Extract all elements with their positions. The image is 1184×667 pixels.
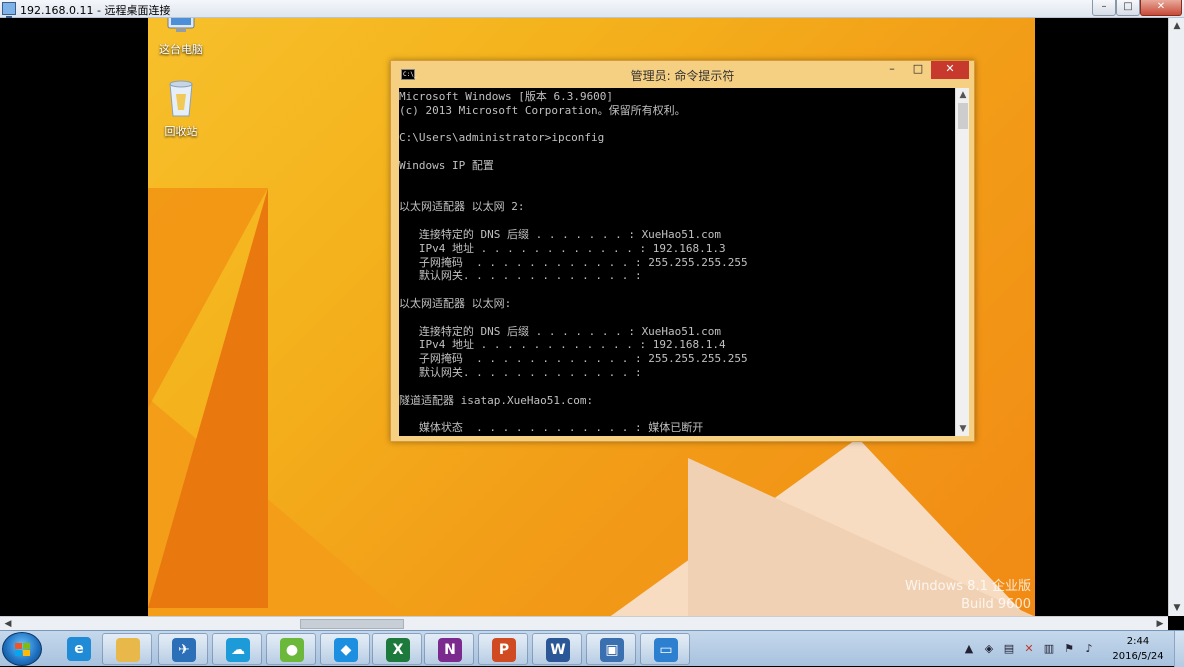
computer-icon [167, 18, 195, 32]
show-hidden-icons-icon[interactable]: ▲ [962, 642, 976, 656]
rdp-minimize-button[interactable]: – [1092, 0, 1116, 16]
rdp-close-button[interactable]: ✕ [1140, 0, 1182, 16]
recycle-bin-icon [169, 80, 193, 117]
scroll-left-arrow-icon[interactable]: ◀ [0, 617, 16, 631]
watermark-edition: Windows 8.1 企业版 [905, 579, 1031, 594]
remote-desktop-icon [2, 2, 16, 18]
taskbar: e ✈ ☁ ● ◆ X N P W ▣ ▭ ▲ ◈ ▤ ✕ ▥ ⚑ ♪ 2:44 2016/5/24 [0, 630, 1184, 667]
speaker-icon[interactable]: ♪ [1082, 642, 1096, 656]
scroll-thumb[interactable] [958, 103, 968, 129]
word-icon: W [546, 638, 570, 662]
cloud-sync-icon: ☁ [226, 638, 250, 662]
windows-watermark: Windows 8.1 企业版 Build 9600 [905, 578, 1031, 614]
desktop-icon-label: 这台电脑 [159, 43, 203, 56]
taskbar-button[interactable]: ▭ [640, 633, 690, 665]
airplane-app-icon: ✈ [172, 638, 196, 662]
cmd-close-button[interactable]: ✕ [931, 61, 969, 79]
browser-sphere-icon: ● [280, 638, 304, 662]
taskbar-button[interactable] [102, 633, 152, 665]
clock[interactable]: 2:44 2016/5/24 [1108, 634, 1168, 664]
console-scrollbar[interactable]: ▲ ▼ [955, 88, 969, 436]
rdp-vertical-scrollbar[interactable]: ▲ ▼ [1168, 18, 1184, 616]
show-desktop-button[interactable] [1174, 631, 1184, 667]
taskbar-button[interactable]: ✈ [158, 633, 208, 665]
system-tray: ▲ ◈ ▤ ✕ ▥ ⚑ ♪ 2:44 2016/5/24 [958, 631, 1184, 667]
rdp-maximize-button[interactable]: □ [1116, 0, 1140, 16]
taskbar-button[interactable]: ◆ [320, 633, 370, 665]
usb-icon[interactable]: ▥ [1042, 642, 1056, 656]
taskbar-button[interactable]: ☁ [212, 633, 262, 665]
excel-icon: X [386, 638, 410, 662]
monitor-icon[interactable]: ▤ [1002, 642, 1016, 656]
scroll-up-arrow-icon[interactable]: ▲ [956, 88, 970, 102]
rdp-window-title: 192.168.0.11 - 远程桌面连接 [20, 4, 171, 17]
cmd-titlebar[interactable]: C:\_ 管理员: 命令提示符 – □ ✕ [391, 61, 974, 88]
shield-app-icon: ◆ [334, 638, 358, 662]
taskbar-button[interactable]: ● [266, 633, 316, 665]
cmd-window[interactable]: C:\_ 管理员: 命令提示符 – □ ✕ Microsoft Windows … [390, 60, 975, 442]
scroll-right-arrow-icon[interactable]: ▶ [1152, 617, 1168, 631]
taskbar-button[interactable]: e [54, 633, 104, 665]
scroll-thumb[interactable] [300, 619, 404, 629]
desktop-icon-label: 回收站 [164, 125, 198, 138]
rdp-horizontal-scrollbar[interactable]: ◀ ▶ [0, 616, 1168, 630]
taskbar-button[interactable]: P [478, 633, 528, 665]
taskbar-button[interactable]: X [372, 633, 422, 665]
rdp-titlebar: 192.168.0.11 - 远程桌面连接 – □ ✕ [0, 0, 1184, 18]
desktop-icon-recycle-bin[interactable]: 回收站 [148, 78, 216, 139]
cmd-maximize-button[interactable]: □ [907, 61, 929, 79]
watermark-build: Build 9600 [961, 597, 1031, 612]
desktop-icon-this-pc[interactable]: 这台电脑 [148, 18, 216, 57]
network-error-icon[interactable]: ✕ [1022, 642, 1036, 656]
window-manager-icon: ▭ [654, 638, 678, 662]
file-explorer-icon [116, 638, 140, 662]
scroll-down-arrow-icon[interactable]: ▼ [1169, 600, 1184, 616]
wallpaper-shape [148, 188, 268, 408]
clock-time: 2:44 [1126, 636, 1150, 647]
cmd-minimize-button[interactable]: – [881, 61, 903, 79]
clock-date: 2016/5/24 [1112, 651, 1164, 662]
internet-explorer-icon: e [67, 637, 91, 661]
console-text: Microsoft Windows [版本 6.3.9600] (c) 2013… [399, 90, 748, 435]
remote-desktop-icon: ▣ [600, 638, 624, 662]
scroll-down-arrow-icon[interactable]: ▼ [956, 422, 970, 436]
taskbar-button[interactable]: ▣ [586, 633, 636, 665]
taskbar-button[interactable]: W [532, 633, 582, 665]
onenote-icon: N [438, 638, 462, 662]
scroll-up-arrow-icon[interactable]: ▲ [1169, 18, 1184, 34]
start-button[interactable] [2, 632, 42, 666]
shield-icon[interactable]: ◈ [982, 642, 996, 656]
flag-icon[interactable]: ⚑ [1062, 642, 1076, 656]
taskbar-button[interactable]: N [424, 633, 474, 665]
powerpoint-icon: P [492, 638, 516, 662]
console-output[interactable]: Microsoft Windows [版本 6.3.9600] (c) 2013… [399, 88, 955, 436]
